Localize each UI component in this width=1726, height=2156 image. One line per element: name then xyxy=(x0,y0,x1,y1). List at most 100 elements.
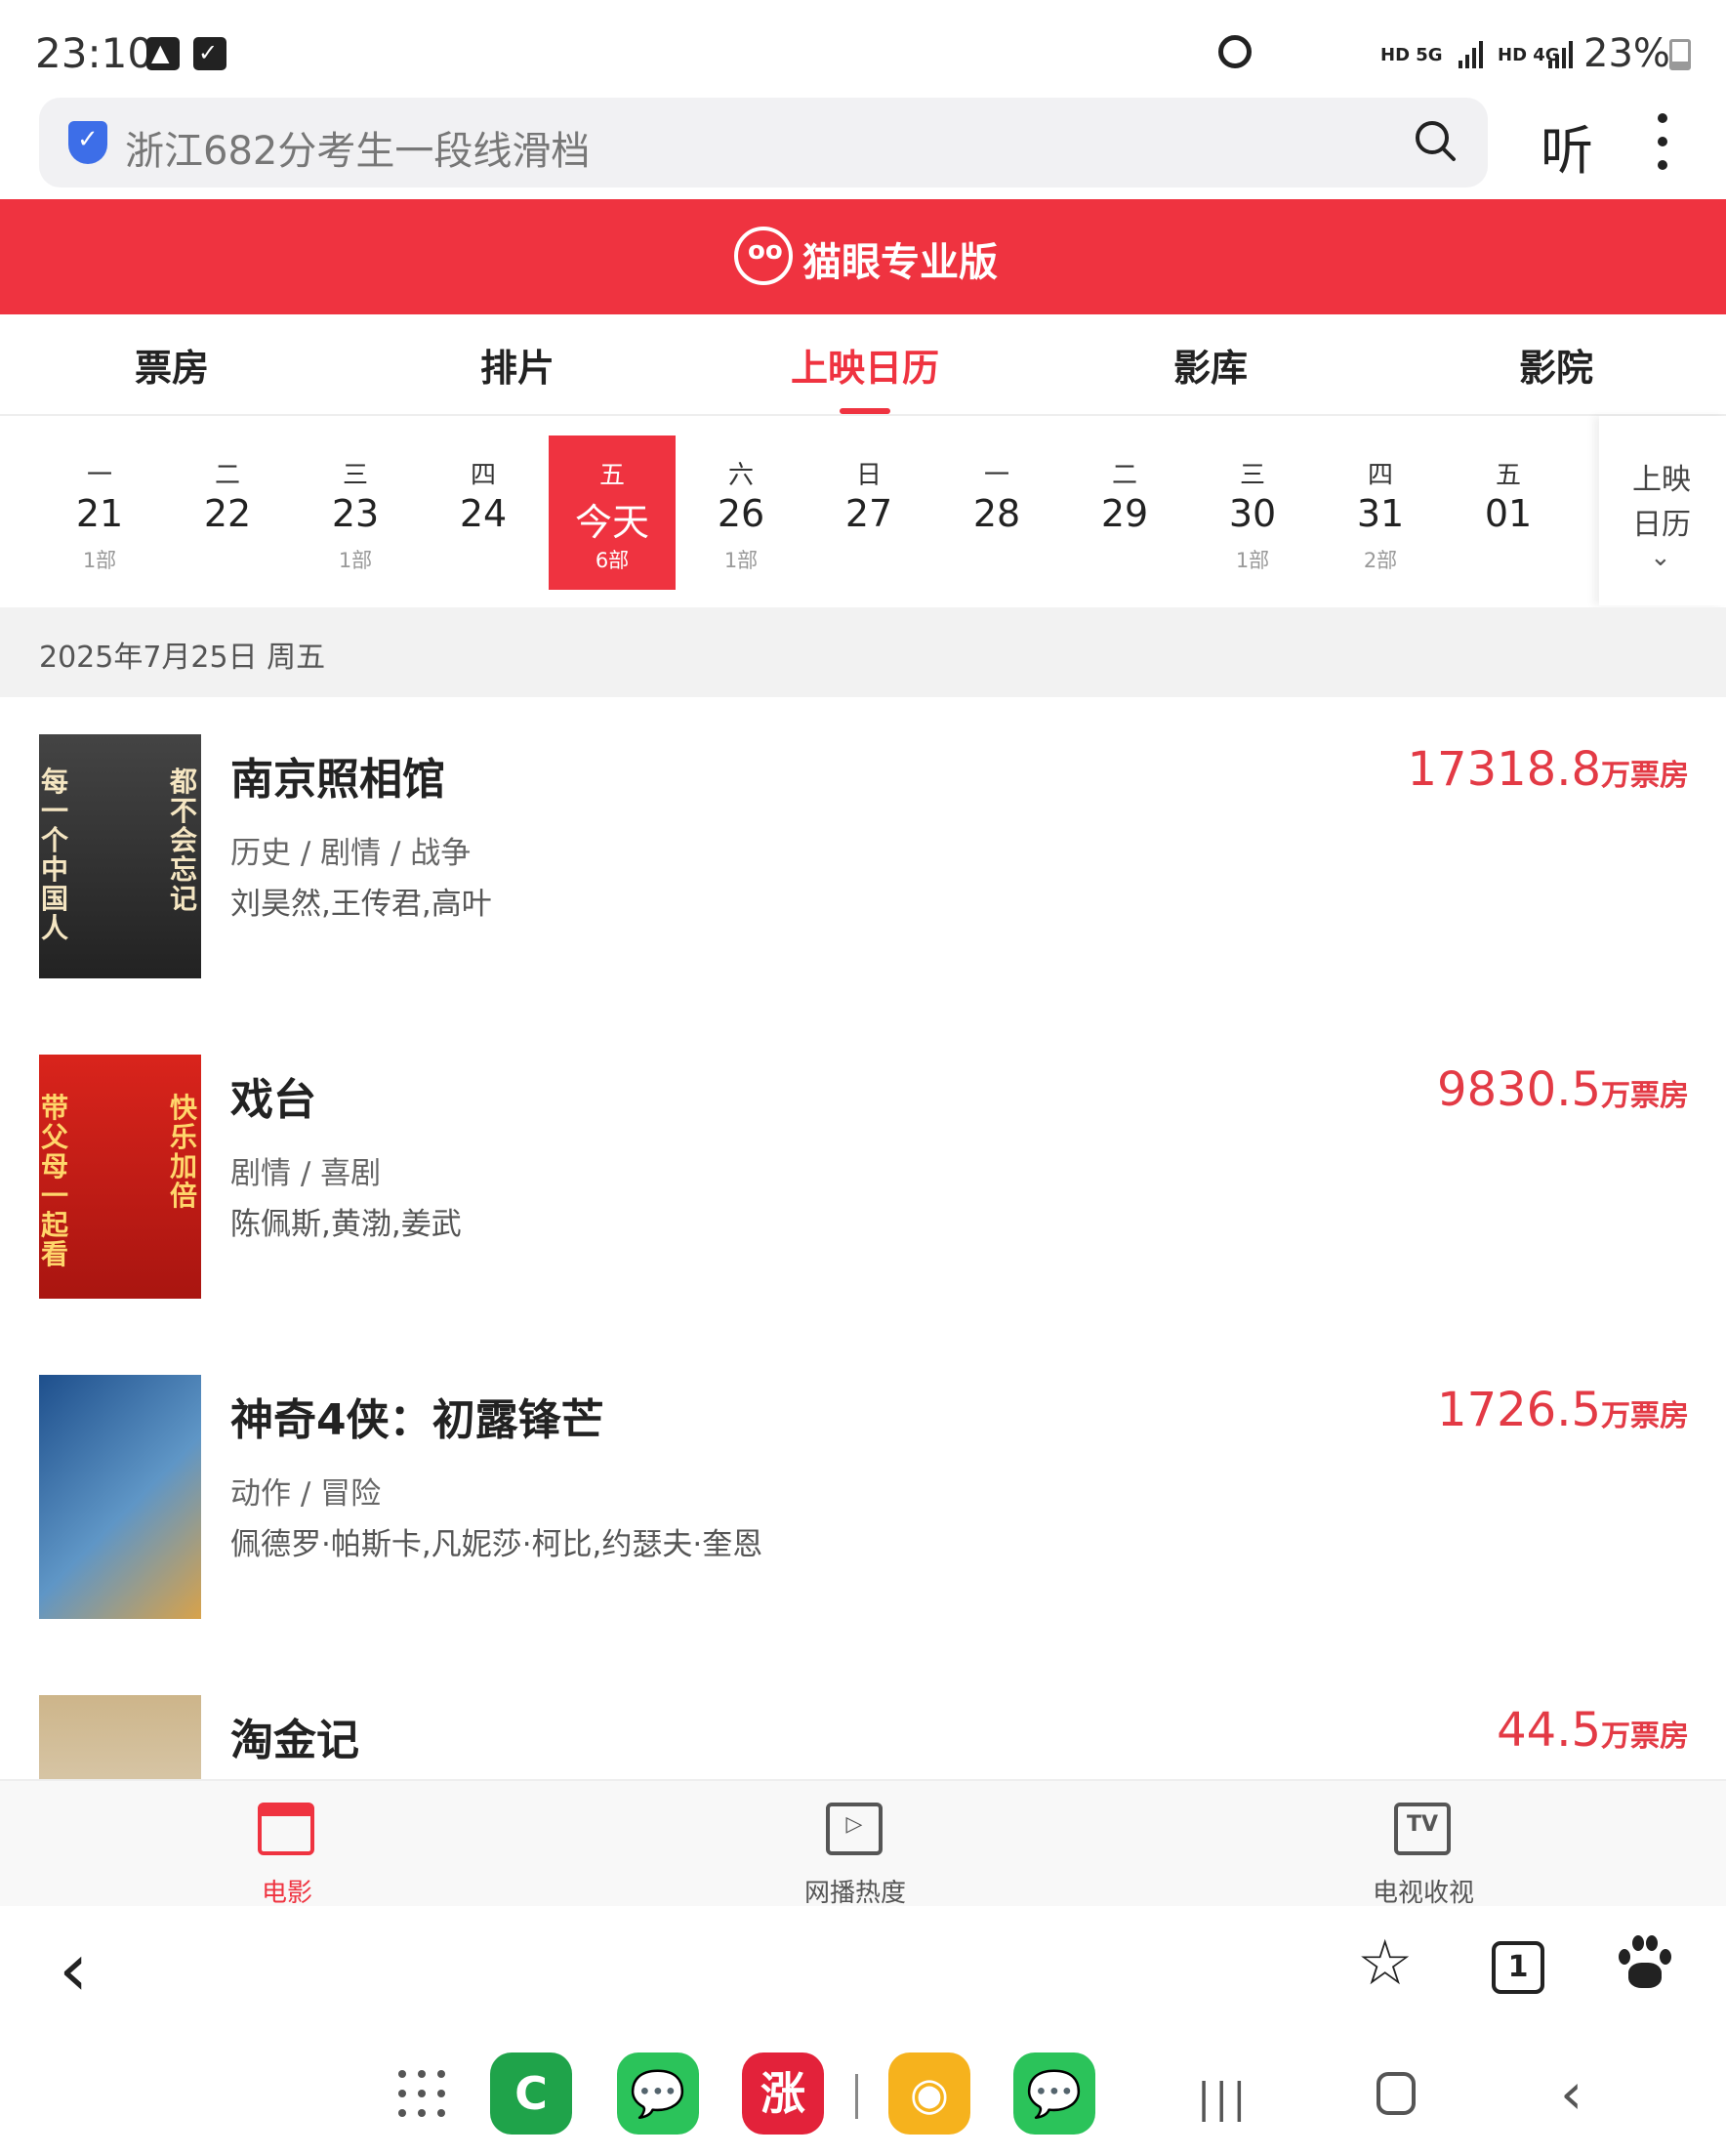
huatai-securities-icon[interactable]: 涨 xyxy=(742,2052,824,2135)
brand-title: 猫眼专业版 xyxy=(802,240,998,285)
tab-schedule[interactable]: 排片 xyxy=(420,338,615,392)
weekday: 二 xyxy=(1111,461,1137,490)
box-office-value: 44.5 xyxy=(1497,1703,1601,1758)
calendar-day[interactable]: 一 28 xyxy=(933,435,1060,590)
day-number: 30 xyxy=(1228,492,1277,535)
calendar-day[interactable]: 三 23 1部 xyxy=(292,435,419,590)
movie-list-item[interactable]: 带父母一起看 快乐加倍 戏台 剧情 / 喜剧 陈佩斯,黄渤,姜武 9830.5万… xyxy=(0,1055,1726,1375)
calendar-day[interactable]: 三 30 1部 xyxy=(1189,435,1316,590)
box-office: 9830.5万票房 xyxy=(1437,1062,1689,1117)
movie-cast: 陈佩斯,黄渤,姜武 xyxy=(230,1207,462,1242)
film-count: 1部 xyxy=(1235,549,1270,572)
box-office-value: 9830.5 xyxy=(1437,1062,1601,1117)
baidu-paw-icon[interactable] xyxy=(1617,1935,1671,1990)
calendar-day-selected[interactable]: 五 今天 6部 xyxy=(549,435,676,590)
movie-title[interactable]: 南京照相馆 xyxy=(230,744,445,807)
weekday: 三 xyxy=(1239,461,1265,490)
network-label-1: HD 5G xyxy=(1380,45,1443,65)
day-number: 01 xyxy=(1484,492,1533,535)
movie-poster xyxy=(39,1375,201,1619)
tab-tv-ratings[interactable]: TV 电视收视 xyxy=(1277,1781,1570,1908)
calendar-day[interactable]: 四 24 xyxy=(420,435,547,590)
battery-icon xyxy=(1669,39,1691,70)
box-office-unit: 万票房 xyxy=(1601,1720,1689,1754)
calendar-side-label-2: 日历 xyxy=(1632,508,1691,542)
home-icon[interactable] xyxy=(1377,2072,1416,2115)
tab-switcher-button[interactable]: 1 xyxy=(1492,1941,1544,1994)
current-date-label: 2025年7月25日 周五 xyxy=(39,641,326,675)
calendar-day[interactable]: 四 31 2部 xyxy=(1317,435,1444,590)
date-section-header: 2025年7月25日 周五 xyxy=(0,607,1726,697)
cat-logo-icon xyxy=(734,227,793,285)
bookmark-star-icon[interactable]: ☆ xyxy=(1357,1928,1413,2000)
system-back-icon[interactable]: ‹ xyxy=(1560,2060,1582,2127)
address-search-bar[interactable]: 浙江682分考生一段线滑档 xyxy=(39,98,1488,187)
release-calendar-expand-button[interactable]: 上映 日历 ⌄ xyxy=(1599,416,1726,605)
calendar-side-label-1: 上映 xyxy=(1632,463,1691,497)
movie-list-item[interactable]: 淘金记 44.5万票房 xyxy=(0,1695,1726,1779)
movie-genre: 历史 / 剧情 / 战争 xyxy=(230,836,472,871)
day-number: 29 xyxy=(1100,492,1149,535)
calendar-day[interactable]: 日 27 xyxy=(805,435,932,590)
weekday: 六 xyxy=(727,461,754,490)
box-office-value: 17318.8 xyxy=(1407,742,1602,797)
tab-label: 电视收视 xyxy=(1372,1879,1474,1908)
weekday: 五 xyxy=(598,461,625,490)
tv-icon-text: TV xyxy=(1406,1812,1439,1837)
back-arrow-icon[interactable]: ‹ xyxy=(59,1926,88,2012)
poster-slogan-left: 每一个中国人 xyxy=(41,766,69,944)
day-number: 23 xyxy=(331,492,380,535)
film-count: 1部 xyxy=(82,549,117,572)
tab-label: 电影 xyxy=(261,1879,312,1908)
tv-icon: TV xyxy=(1394,1803,1451,1855)
movie-cast: 刘昊然,王传君,高叶 xyxy=(230,887,492,922)
more-menu-icon[interactable] xyxy=(1656,113,1669,172)
wechat-clone-icon[interactable]: 💬 xyxy=(1013,2052,1095,2135)
search-icon[interactable] xyxy=(1414,119,1457,162)
calendar-icon xyxy=(258,1803,314,1855)
day-number: 31 xyxy=(1356,492,1405,535)
search-query[interactable]: 浙江682分考生一段线滑档 xyxy=(125,119,590,176)
movie-title[interactable]: 神奇4侠：初露锋芒 xyxy=(230,1385,604,1447)
poster-slogan-left: 带父母一起看 xyxy=(41,1092,69,1270)
wechat-icon[interactable]: 💬 xyxy=(617,2052,699,2135)
calendar-day[interactable]: 一 21 1部 xyxy=(36,435,163,590)
calendar-day[interactable]: 六 26 1部 xyxy=(678,435,804,590)
calendar-day[interactable]: 五 01 xyxy=(1445,435,1572,590)
weibo-icon[interactable]: ◉ xyxy=(888,2052,970,2135)
box-office-unit: 万票房 xyxy=(1601,1399,1689,1433)
day-number: 28 xyxy=(972,492,1021,535)
day-number: 22 xyxy=(203,492,252,535)
android-dock: C 💬 涨 ◉ 💬 ||| ‹ xyxy=(0,2031,1726,2156)
app-drawer-icon[interactable] xyxy=(398,2070,447,2119)
alarm-icon xyxy=(1218,35,1252,68)
app-c-icon[interactable]: C xyxy=(490,2052,572,2135)
tab-cinemas[interactable]: 影院 xyxy=(1459,338,1654,392)
box-office: 1726.5万票房 xyxy=(1437,1383,1689,1437)
film-count: 2部 xyxy=(1363,549,1398,572)
calendar-day[interactable]: 二 29 xyxy=(1061,435,1188,590)
movie-list-item[interactable]: 神奇4侠：初露锋芒 动作 / 冒险 佩德罗·帕斯卡,凡妮莎·柯比,约瑟夫·奎恩 … xyxy=(0,1375,1726,1695)
tab-label: 网播热度 xyxy=(803,1879,906,1908)
weekday: 一 xyxy=(983,461,1009,490)
tab-box-office[interactable]: 票房 xyxy=(74,338,269,392)
box-office: 17318.8万票房 xyxy=(1408,742,1690,797)
browser-toolbar: ‹ ☆ 1 xyxy=(0,1906,1726,2031)
movie-title[interactable]: 戏台 xyxy=(230,1064,316,1127)
tab-online-streaming[interactable]: ▷ 网播热度 xyxy=(709,1781,1002,1908)
signal-icon xyxy=(1459,39,1486,68)
status-bar: 23:10 ▲ ✓ HD 5G HD 4G 23% xyxy=(0,0,1726,102)
weekday: 三 xyxy=(342,461,368,490)
tab-release-calendar[interactable]: 上映日历 xyxy=(767,338,963,392)
dock-divider xyxy=(855,2074,858,2119)
box-office-unit: 万票房 xyxy=(1601,1079,1689,1113)
tab-film-library[interactable]: 影库 xyxy=(1113,338,1308,392)
recent-apps-icon[interactable]: ||| xyxy=(1197,2074,1250,2122)
tab-movies[interactable]: 电影 xyxy=(141,1781,433,1908)
calendar-day[interactable]: 二 22 xyxy=(164,435,291,590)
movie-title[interactable]: 淘金记 xyxy=(230,1705,359,1767)
listen-button[interactable]: 听 xyxy=(1541,107,1593,185)
day-number: 24 xyxy=(459,492,508,535)
movie-list-item[interactable]: 每一个中国人 都不会忘记 南京照相馆 历史 / 剧情 / 战争 刘昊然,王传君,… xyxy=(0,734,1726,1055)
date-strip: 一 21 1部 二 22 三 23 1部 四 24 五 今天 6部 六 26 1… xyxy=(0,416,1726,605)
